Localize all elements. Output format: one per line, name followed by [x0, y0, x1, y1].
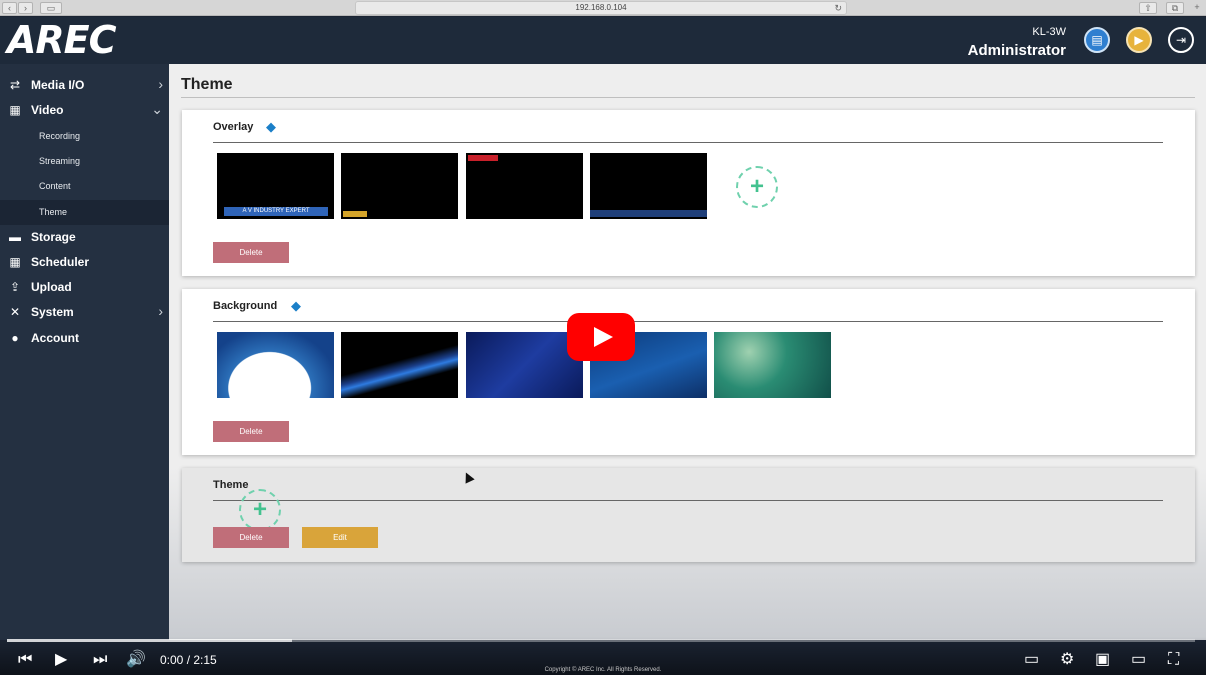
- url-text: 192.168.0.104: [575, 3, 627, 12]
- sidebar-subitem-recording[interactable]: Recording: [0, 124, 169, 149]
- delete-background-button[interactable]: Delete: [213, 421, 289, 442]
- sidebar-subitem-label: Content: [39, 181, 71, 191]
- background-title: Background: [213, 300, 278, 312]
- overlay-badge: [468, 155, 498, 161]
- add-theme-button[interactable]: +: [239, 489, 281, 531]
- main-content: Theme Overlay ◆ A V INDUSTRY EXPERT + De…: [169, 64, 1206, 640]
- overlay-panel: Overlay ◆ A V INDUSTRY EXPERT + Delete: [182, 110, 1195, 276]
- sidebar-item-upload[interactable]: ⇪ Upload: [0, 275, 169, 300]
- film-icon: ▦: [9, 103, 21, 117]
- title-divider: [181, 97, 1195, 98]
- overlay-thumbnail[interactable]: [341, 153, 458, 219]
- sidebar: ⇄ Media I/O › ▦ Video ⌄ Recording Stream…: [0, 64, 169, 640]
- overlay-thumbnail[interactable]: [590, 153, 707, 219]
- sidebar-item-scheduler[interactable]: ▦ Scheduler: [0, 250, 169, 275]
- sidebar-subitem-label: Theme: [39, 207, 68, 217]
- share-icon[interactable]: ⇧: [1139, 2, 1157, 14]
- sidebar-subitem-label: Recording: [39, 131, 81, 141]
- tag-icon: ◆: [266, 119, 276, 134]
- plus-icon: +: [252, 496, 267, 523]
- page-title: Theme: [181, 76, 233, 93]
- tag-icon: ◆: [291, 298, 301, 313]
- upload-icon: ⇪: [9, 280, 21, 294]
- background-thumbnail[interactable]: [466, 332, 583, 398]
- overlay-thumbnail[interactable]: A V INDUSTRY EXPERT: [217, 153, 334, 219]
- chevron-down-icon: ⌄: [151, 101, 163, 117]
- copyright-text: Copyright © AREC Inc. All Rights Reserve…: [544, 667, 662, 673]
- theme-panel: Theme + Delete Edit: [182, 468, 1195, 562]
- panel-divider: [213, 321, 1163, 322]
- sidebar-item-label: Scheduler: [31, 255, 90, 269]
- overlay-title: Overlay: [213, 121, 254, 133]
- sidebar-item-storage[interactable]: ▬ Storage: [0, 225, 169, 250]
- chevron-right-icon: ›: [158, 303, 163, 319]
- delete-theme-button[interactable]: Delete: [213, 527, 289, 548]
- background-panel: Background ◆ Delete: [182, 289, 1195, 455]
- background-thumbnail[interactable]: [714, 332, 831, 398]
- play-icon: [594, 327, 613, 347]
- progress-buffered: [7, 639, 293, 642]
- overlay-lower-third: A V INDUSTRY EXPERT: [224, 207, 328, 216]
- user-name: Administrator: [967, 42, 1066, 59]
- sidebar-subitem-streaming[interactable]: Streaming: [0, 149, 169, 174]
- browser-toolbar: ‹ › ▭ 192.168.0.104 ↻ ⇧ ⧉ +: [0, 0, 1206, 16]
- background-thumbnail[interactable]: [217, 332, 334, 398]
- overlay-logo-mark: [343, 211, 367, 217]
- background-thumbnail[interactable]: [341, 332, 458, 398]
- forward-icon[interactable]: ›: [18, 2, 33, 14]
- hard-drive-icon: ▬: [9, 230, 21, 244]
- media-player-icon[interactable]: ▶: [1126, 27, 1152, 53]
- overlay-ticker-bar: [590, 210, 707, 217]
- plus-icon: +: [749, 173, 764, 200]
- user-icon: ●: [11, 331, 19, 345]
- sidebar-item-label: Storage: [31, 230, 76, 244]
- theme-title: Theme: [213, 479, 249, 491]
- tools-icon: ✕: [9, 305, 21, 319]
- back-icon[interactable]: ‹: [2, 2, 17, 14]
- sidebar-item-system[interactable]: ✕ System ›: [0, 300, 169, 325]
- edit-theme-button[interactable]: Edit: [302, 527, 378, 548]
- chevron-right-icon: ›: [158, 76, 163, 92]
- logout-icon[interactable]: ⇥: [1168, 27, 1194, 53]
- reload-icon[interactable]: ↻: [834, 2, 842, 14]
- tabs-icon[interactable]: ⧉: [1166, 2, 1184, 14]
- delete-overlay-button[interactable]: Delete: [213, 242, 289, 263]
- media-io-icon: ⇄: [9, 78, 21, 92]
- sidebar-subitem-theme[interactable]: Theme: [0, 200, 169, 225]
- sidebar-item-label: Account: [31, 331, 79, 345]
- panel-divider: [213, 142, 1163, 143]
- add-overlay-button[interactable]: +: [736, 166, 778, 208]
- overlay-thumbnail[interactable]: [466, 153, 583, 219]
- video-clapper-icon[interactable]: ▤: [1084, 27, 1110, 53]
- new-tab-icon[interactable]: +: [1190, 2, 1204, 14]
- progress-bar[interactable]: [7, 639, 1195, 642]
- time-display: 0:00 / 2:15: [160, 653, 217, 667]
- arec-logo: AREC: [7, 18, 117, 62]
- address-bar[interactable]: 192.168.0.104 ↻: [355, 1, 847, 15]
- sidebar-item-account[interactable]: ● Account: [0, 326, 169, 351]
- app-header: AREC KL-3W Administrator ▤ ▶ ⇥: [0, 17, 1206, 64]
- panel-divider: [213, 500, 1163, 501]
- sidebar-item-label: System: [31, 305, 74, 319]
- calendar-icon: ▦: [9, 255, 21, 269]
- sidebar-item-media-io[interactable]: ⇄ Media I/O ›: [0, 73, 169, 98]
- sidebar-item-label: Media I/O: [31, 78, 85, 92]
- sidebar-item-label: Upload: [31, 280, 72, 294]
- sidebar-item-label: Video: [31, 103, 64, 117]
- sidebar-subitem-content[interactable]: Content: [0, 174, 169, 199]
- sidebar-subitem-label: Streaming: [39, 156, 81, 166]
- sidebar-toggle-icon[interactable]: ▭: [40, 2, 62, 14]
- video-play-button[interactable]: [567, 313, 635, 361]
- device-model: KL-3W: [1032, 26, 1066, 38]
- sidebar-item-video[interactable]: ▦ Video ⌄: [0, 98, 169, 123]
